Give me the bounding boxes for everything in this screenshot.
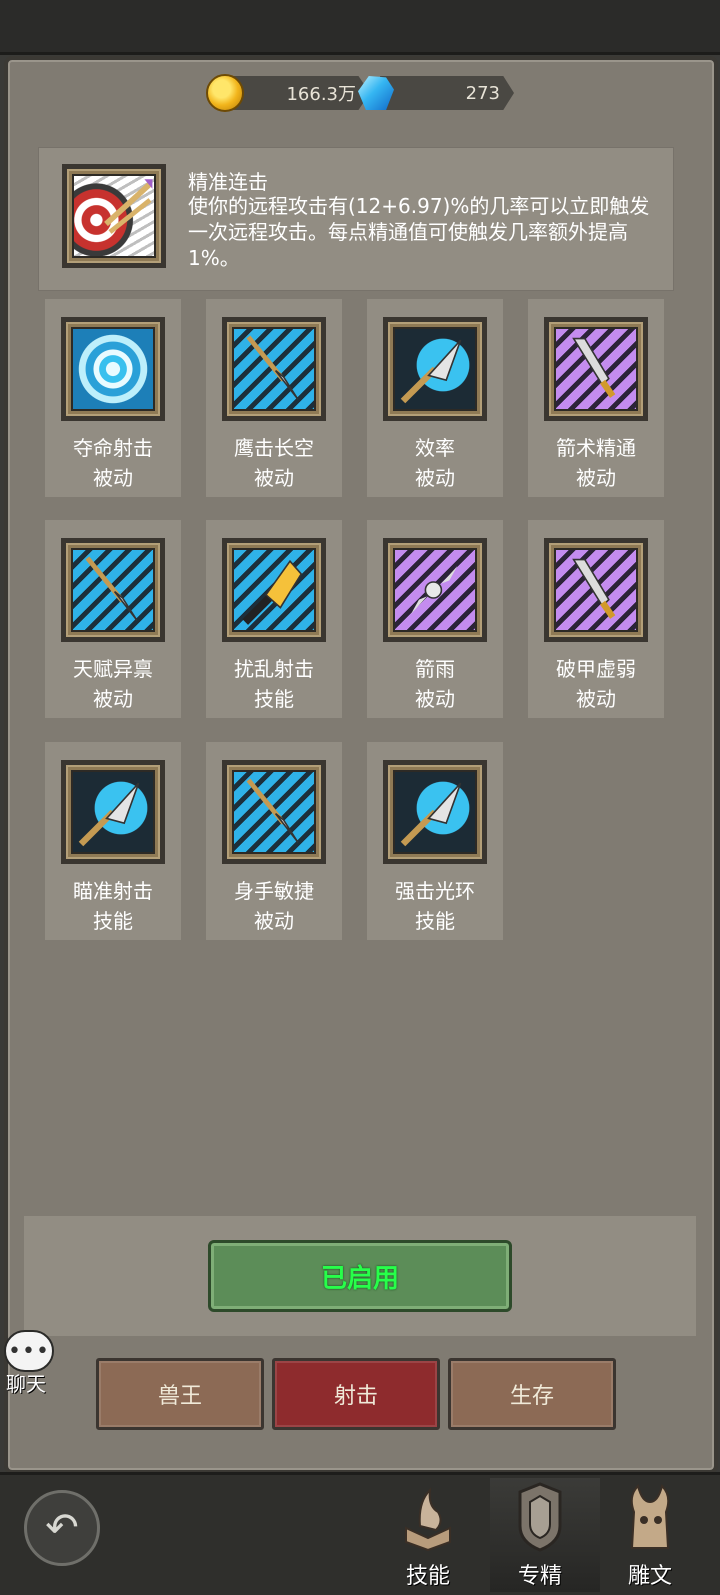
skill-name: 强击光环 — [395, 879, 475, 903]
skill-card[interactable]: 强击光环 技能 — [367, 742, 503, 940]
nav-label-skills: 技能 — [405, 1564, 450, 1589]
skill-type: 技能 — [93, 909, 133, 933]
top-bar — [0, 0, 720, 55]
arrows-skull-icon — [393, 548, 477, 632]
skill-card[interactable]: 身手敏捷 被动 — [206, 742, 342, 940]
spear-icon — [232, 327, 316, 411]
nav-item-skills[interactable]: 技能 — [378, 1482, 478, 1589]
skill-card[interactable]: 箭术精通 被动 — [528, 299, 664, 497]
skill-name: 箭雨 — [415, 657, 455, 681]
skill-type: 被动 — [254, 466, 294, 490]
skill-card[interactable]: 扰乱射击 技能 — [206, 520, 342, 718]
skill-card[interactable]: 瞄准射击 技能 — [45, 742, 181, 940]
back-arrow-icon[interactable]: ↶ — [24, 1490, 100, 1566]
skill-icon-frame — [383, 317, 487, 421]
target-arrows-icon — [72, 174, 156, 258]
tab-beast-mastery[interactable]: 兽王 — [96, 1358, 264, 1430]
selected-skill-title: 精准连击 — [188, 170, 268, 194]
dagger-icon — [554, 548, 638, 632]
arrowhead-icon — [71, 770, 155, 854]
skill-type: 被动 — [254, 909, 294, 933]
arrowhead-icon — [393, 327, 477, 411]
skill-type: 被动 — [576, 466, 616, 490]
skill-type: 被动 — [93, 687, 133, 711]
skill-type: 被动 — [415, 466, 455, 490]
gold-coin-icon — [206, 74, 244, 112]
skill-icon-frame — [383, 760, 487, 864]
dagger-icon — [554, 327, 638, 411]
skill-type: 技能 — [415, 909, 455, 933]
skill-name: 效率 — [415, 436, 455, 460]
gem-counter: 273 — [358, 74, 514, 112]
skill-type: 被动 — [93, 466, 133, 490]
skill-name: 鹰击长空 — [234, 436, 314, 460]
nav-label-specialization: 专精 — [517, 1564, 562, 1589]
skill-icon-frame — [61, 760, 165, 864]
skill-card[interactable]: 鹰击长空 被动 — [206, 299, 342, 497]
nav-label-glyphs: 雕文 — [627, 1564, 672, 1589]
skill-icon-frame — [383, 538, 487, 642]
skill-icon-frame — [544, 538, 648, 642]
skill-name: 天赋异禀 — [73, 657, 153, 681]
skill-icon-frame — [222, 317, 326, 421]
gold-counter: 166.3万 — [206, 74, 370, 112]
skill-name: 夺命射击 — [73, 436, 153, 460]
chat-label[interactable]: 聊天 — [6, 1368, 46, 1397]
skill-icon-frame — [544, 317, 648, 421]
crystal-arrow-icon — [232, 548, 316, 632]
skill-name: 扰乱射击 — [234, 657, 314, 681]
tab-survival[interactable]: 生存 — [448, 1358, 616, 1430]
skill-card[interactable]: 天赋异禀 被动 — [45, 520, 181, 718]
skill-type: 被动 — [415, 687, 455, 711]
skill-icon-frame — [61, 317, 165, 421]
glyph-totem-icon — [630, 1484, 670, 1549]
gem-amount: 273 — [380, 76, 514, 110]
skill-name: 瞄准射击 — [73, 879, 153, 903]
spear-icon — [71, 548, 155, 632]
tab-marksmanship[interactable]: 射击 — [272, 1358, 440, 1430]
chat-icon[interactable]: ••• — [4, 1330, 54, 1372]
enabled-button[interactable]: 已启用 — [208, 1240, 512, 1312]
nav-item-glyphs[interactable]: 雕文 — [600, 1482, 700, 1589]
skill-card[interactable]: 箭雨 被动 — [367, 520, 503, 718]
skill-card[interactable]: 夺命射击 被动 — [45, 299, 181, 497]
skill-name: 箭术精通 — [556, 436, 636, 460]
shield-crest-icon — [518, 1482, 562, 1552]
swirl-icon — [71, 327, 155, 411]
nav-item-specialization[interactable]: 专精 — [490, 1482, 590, 1589]
spear-icon — [232, 770, 316, 854]
gold-amount: 166.3万 — [226, 76, 370, 110]
skill-card[interactable]: 效率 被动 — [367, 299, 503, 497]
skill-card[interactable]: 破甲虚弱 被动 — [528, 520, 664, 718]
skill-name: 破甲虚弱 — [556, 657, 636, 681]
skill-icon-frame — [61, 538, 165, 642]
skill-icon-frame — [222, 538, 326, 642]
skill-name: 身手敏捷 — [234, 879, 314, 903]
skill-type: 技能 — [254, 687, 294, 711]
skill-type: 被动 — [576, 687, 616, 711]
book-icon — [405, 1487, 451, 1552]
selected-skill-description: 使你的远程攻击有(12+6.97)%的几率可以立即触发一次远程攻击。每点精通值可… — [188, 194, 650, 270]
arrowhead-icon — [393, 770, 477, 854]
selected-skill-frame — [62, 164, 166, 268]
skill-icon-frame — [222, 760, 326, 864]
